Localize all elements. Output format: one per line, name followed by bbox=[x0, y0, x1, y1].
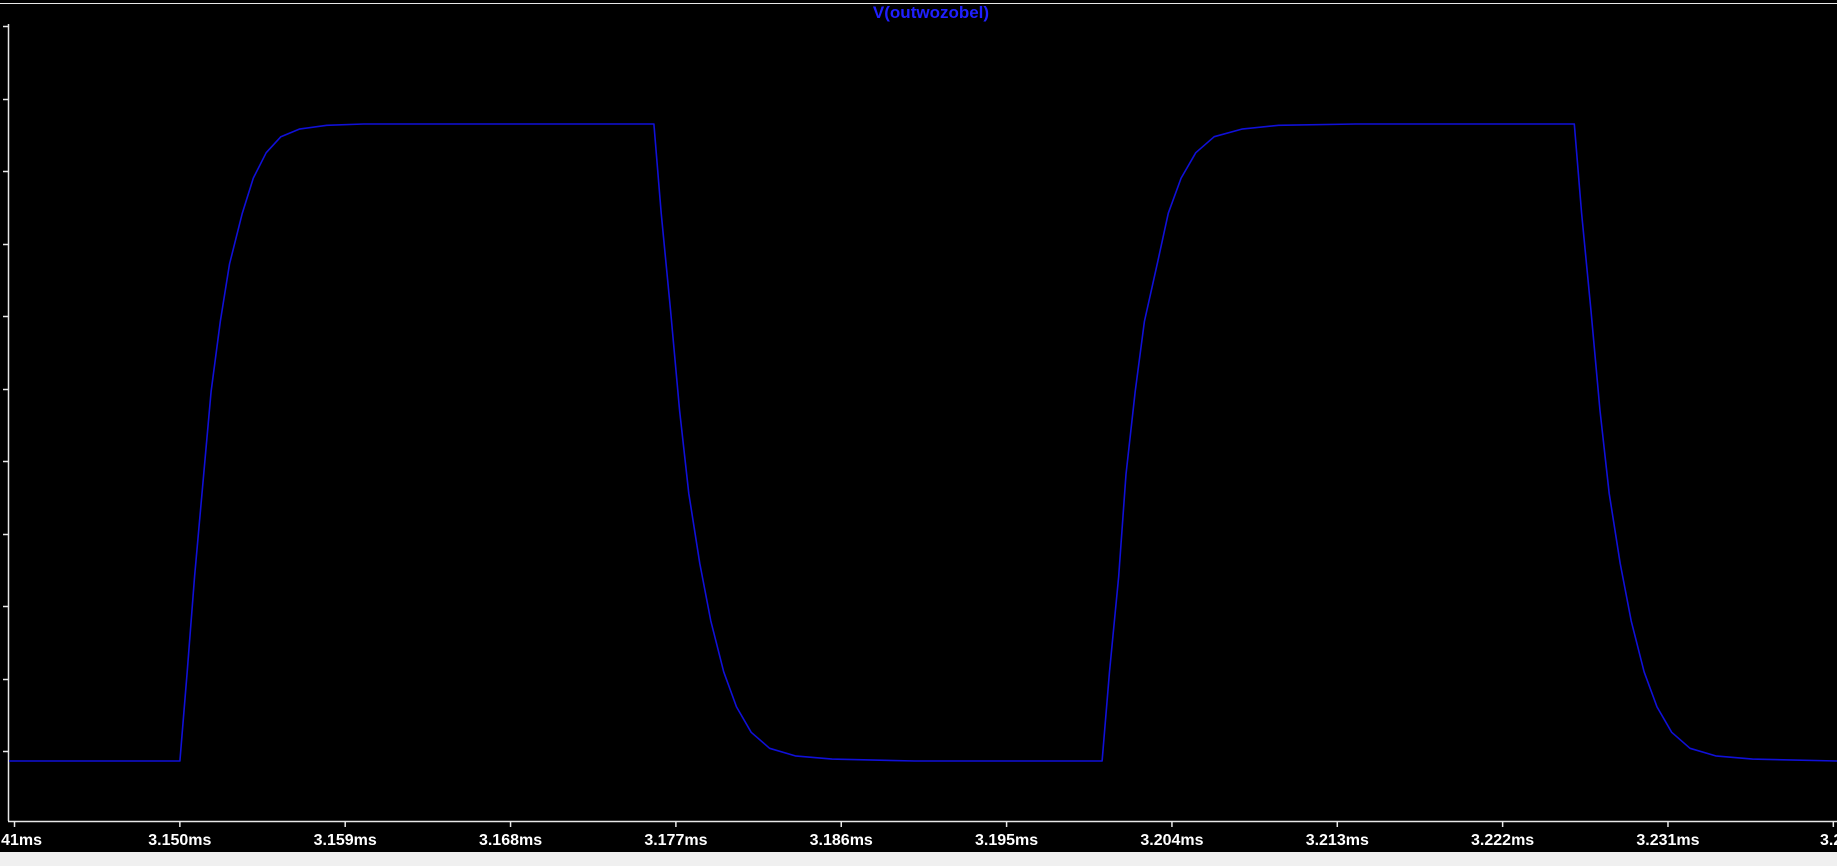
x-tick-label: 3.195ms bbox=[975, 832, 1038, 849]
x-tick-label: 3.2 bbox=[1820, 832, 1837, 849]
status-strip bbox=[0, 852, 1837, 866]
trace-title[interactable]: V(outwozobel) bbox=[873, 3, 989, 22]
x-tick-label: 3.222ms bbox=[1471, 832, 1534, 849]
waveform-viewer: 41ms 3.150ms 3.159ms 3.168ms 3.177ms 3.186ms 3… bbox=[0, 0, 1837, 866]
x-tick-label: 3.213ms bbox=[1306, 832, 1369, 849]
plot-background bbox=[0, 0, 1837, 866]
x-tick-label: 3.231ms bbox=[1636, 832, 1699, 849]
x-tick-label: 3.150ms bbox=[148, 832, 211, 849]
x-tick-label: 3.168ms bbox=[479, 832, 542, 849]
x-tick-label: 3.177ms bbox=[644, 832, 707, 849]
x-tick-label: 41ms bbox=[1, 832, 42, 849]
x-tick-label: 3.204ms bbox=[1140, 832, 1203, 849]
waveform-plot[interactable]: 41ms 3.150ms 3.159ms 3.168ms 3.177ms 3.186ms 3… bbox=[0, 0, 1837, 866]
x-tick-label: 3.186ms bbox=[810, 832, 873, 849]
x-tick-label: 3.159ms bbox=[314, 832, 377, 849]
